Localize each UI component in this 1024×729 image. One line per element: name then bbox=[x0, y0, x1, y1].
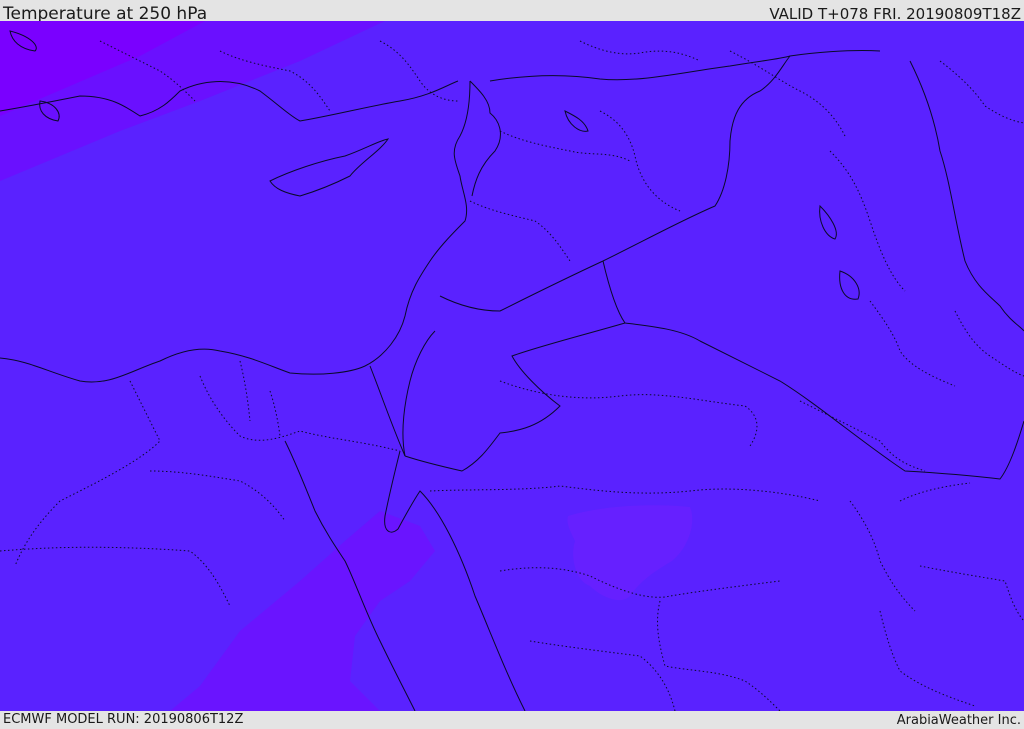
map-panel bbox=[0, 21, 1024, 711]
credit-label: ArabiaWeather Inc. bbox=[896, 713, 1021, 728]
model-run-label: ECMWF MODEL RUN: 20190806T12Z bbox=[3, 712, 244, 727]
weather-map bbox=[0, 21, 1024, 711]
footer-bar: ECMWF MODEL RUN: 20190806T12Z ArabiaWeat… bbox=[0, 711, 1024, 729]
temperature-field-base bbox=[0, 21, 1024, 711]
header-bar: Temperature at 250 hPa VALID T+078 FRI. … bbox=[0, 0, 1024, 24]
